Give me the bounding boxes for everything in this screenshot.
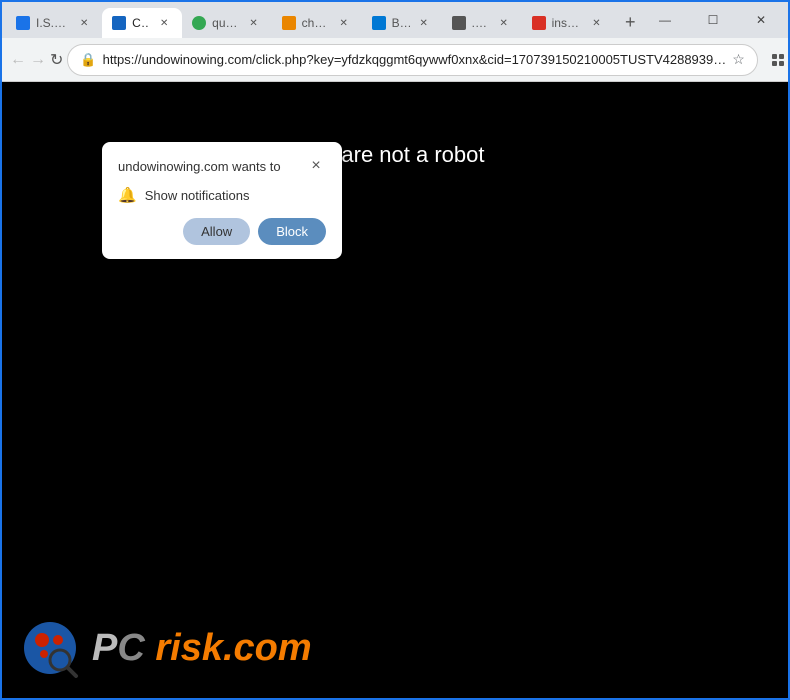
- popup-title: undowinowing.com wants to: [118, 159, 281, 174]
- tab-favicon-quinc: [192, 16, 206, 30]
- tab-favicon-chatu: [282, 16, 296, 30]
- tab-close-iss[interactable]: ✕: [76, 15, 92, 31]
- tab-label-bing: Bing: [392, 16, 410, 30]
- tab-close-bing[interactable]: ✕: [416, 15, 432, 31]
- tab-label-chatu: chatu…: [302, 16, 330, 30]
- tab-favicon-click: [112, 16, 126, 30]
- popup-notification-row: 🔔 Show notifications: [118, 186, 326, 204]
- window-controls: — ☐ ✕: [642, 6, 784, 38]
- popup-buttons: Allow Block: [118, 218, 326, 245]
- tab-label-iss: I.S.S. (…: [36, 16, 70, 30]
- tab-insure[interactable]: insure… ✕: [522, 8, 615, 38]
- notification-popup: undowinowing.com wants to × 🔔 Show notif…: [102, 142, 342, 259]
- title-bar: I.S.S. (… ✕ Click ✕ quinc… ✕ chatu… ✕ Bi…: [2, 2, 788, 38]
- minimize-button[interactable]: —: [642, 6, 688, 34]
- tab-close-insure[interactable]: ✕: [588, 15, 604, 31]
- watermark-pc: PC: [92, 627, 155, 669]
- tab-favicon-iss: [16, 16, 30, 30]
- close-button[interactable]: ✕: [738, 6, 784, 34]
- tab-chatu[interactable]: chatu… ✕: [272, 8, 362, 38]
- tab-label-click: Click: [132, 16, 150, 30]
- tab-click[interactable]: Click ✕: [102, 8, 182, 38]
- extensions-button[interactable]: [762, 44, 790, 76]
- reload-button[interactable]: ↻: [50, 44, 63, 76]
- page-content: nfirm that you are not a robot undowinow…: [2, 82, 788, 698]
- watermark-risk: risk.com: [155, 627, 311, 669]
- tab-quinc[interactable]: quinc… ✕: [182, 8, 271, 38]
- tab-label-quinc: quinc…: [212, 16, 239, 30]
- bookmark-icon[interactable]: ☆: [732, 51, 745, 68]
- tab-favicon-dotcom: [452, 16, 466, 30]
- bell-icon: 🔔: [118, 186, 137, 204]
- address-bar[interactable]: 🔒 https://undowinowing.com/click.php?key…: [67, 44, 757, 76]
- back-button[interactable]: ←: [10, 44, 26, 76]
- tab-close-quinc[interactable]: ✕: [246, 15, 262, 31]
- popup-header: undowinowing.com wants to ×: [118, 156, 326, 176]
- tab-dotcom[interactable]: .com ✕: [442, 8, 522, 38]
- browser-window: I.S.S. (… ✕ Click ✕ quinc… ✕ chatu… ✕ Bi…: [0, 0, 790, 700]
- pcrisk-logo: [22, 618, 82, 678]
- tab-close-dotcom[interactable]: ✕: [496, 15, 512, 31]
- watermark-text: PC risk.com: [92, 627, 312, 670]
- watermark: PC risk.com: [22, 618, 312, 678]
- tab-close-click[interactable]: ✕: [156, 15, 172, 31]
- url-text: https://undowinowing.com/click.php?key=y…: [103, 52, 727, 67]
- new-tab-button[interactable]: +: [618, 8, 642, 36]
- maximize-button[interactable]: ☐: [690, 6, 736, 34]
- block-button[interactable]: Block: [258, 218, 326, 245]
- allow-button[interactable]: Allow: [183, 218, 250, 245]
- tab-favicon-insure: [532, 16, 546, 30]
- tab-iss[interactable]: I.S.S. (… ✕: [6, 8, 102, 38]
- tab-favicon-bing: [372, 16, 386, 30]
- tab-label-dotcom: .com: [472, 16, 490, 30]
- toolbar-icons: [762, 44, 790, 76]
- lock-icon: 🔒: [80, 52, 96, 68]
- popup-close-button[interactable]: ×: [306, 156, 326, 176]
- tab-bing[interactable]: Bing ✕: [362, 8, 442, 38]
- forward-button[interactable]: →: [30, 44, 46, 76]
- toolbar: ← → ↻ 🔒 https://undowinowing.com/click.p…: [2, 38, 788, 82]
- tab-label-insure: insure…: [552, 16, 583, 30]
- tab-close-chatu[interactable]: ✕: [336, 15, 352, 31]
- popup-notification-text: Show notifications: [145, 188, 250, 203]
